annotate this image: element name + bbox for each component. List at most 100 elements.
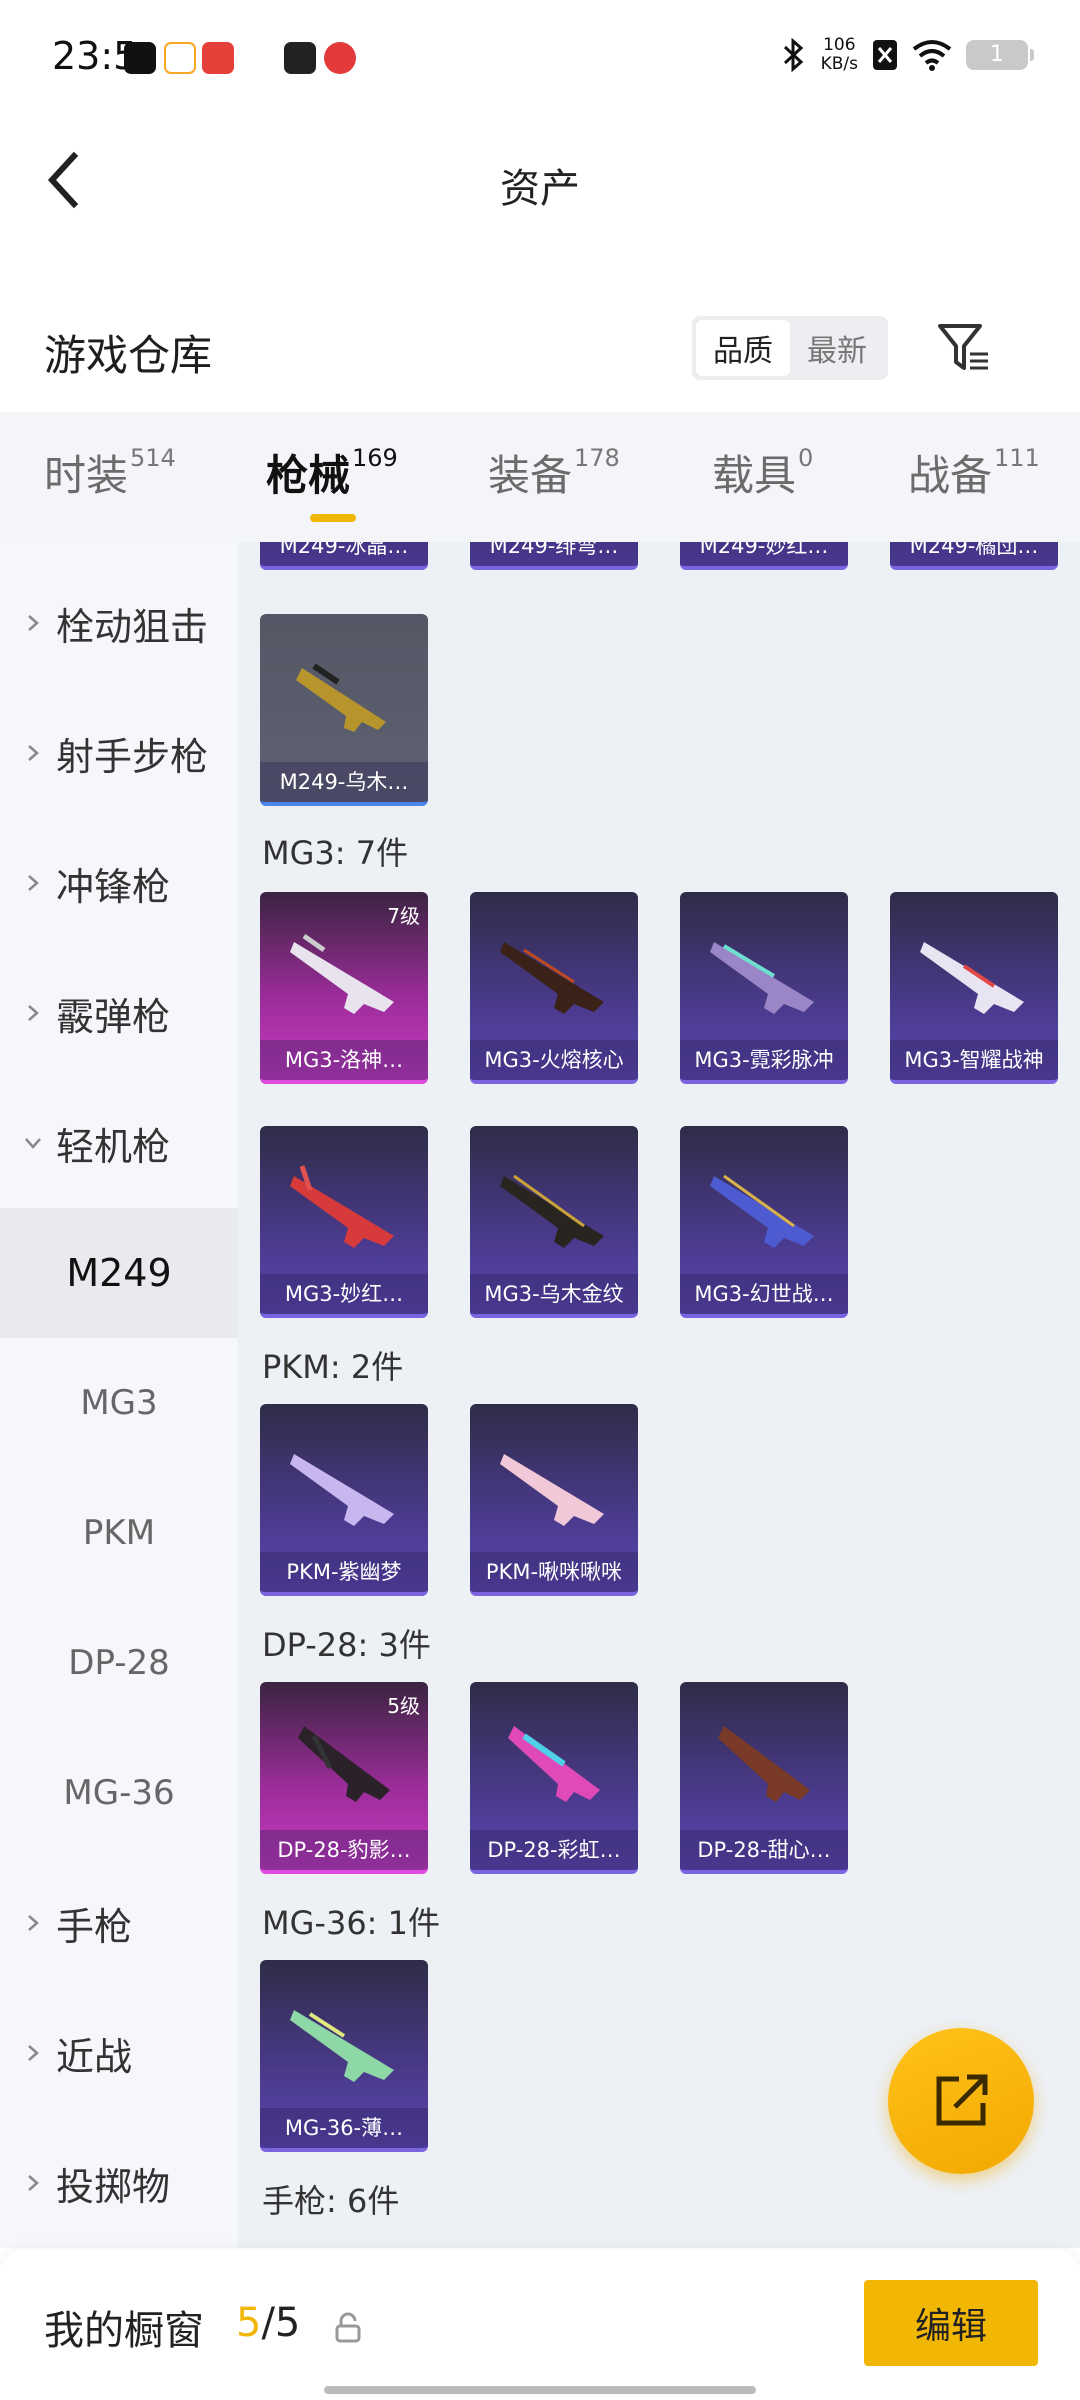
gun-image — [290, 933, 394, 1014]
showcase-label: 我的橱窗 — [44, 2308, 204, 2354]
weapon-card[interactable]: M249-妙红… — [680, 542, 848, 570]
sidebar-item-label: 轻机枪 — [56, 1124, 171, 1169]
sort-option-latest[interactable]: 最新 — [790, 320, 884, 376]
filter-icon[interactable] — [934, 318, 994, 378]
share-button[interactable] — [888, 2028, 1034, 2174]
sort-option-quality[interactable]: 品质 — [696, 320, 790, 376]
sidebar-item-throwable[interactable]: 投掷物 — [0, 2118, 238, 2248]
weapon-card[interactable]: MG3-霓彩脉冲 — [680, 892, 848, 1084]
sidebar-item-shotgun[interactable]: 霰弹枪 — [0, 948, 238, 1078]
weapon-name: MG3-霓彩脉冲 — [680, 1040, 848, 1080]
gun-image — [718, 1726, 810, 1802]
weapon-card[interactable]: PKM-啾咪啾咪 — [470, 1404, 638, 1596]
weapon-name: DP-28-彩虹… — [470, 1830, 638, 1870]
sidebar-item-label: 投掷物 — [56, 2164, 171, 2209]
gun-image — [298, 1726, 390, 1802]
showcase-current: 5 — [236, 2300, 262, 2346]
weapon-card[interactable]: MG3-幻世战… — [680, 1126, 848, 1318]
warehouse-title: 游戏仓库 — [44, 331, 213, 380]
gun-image — [710, 942, 814, 1014]
bluetooth-icon — [783, 38, 803, 72]
tab-label: 装备 — [488, 451, 573, 500]
sidebar-item-lmg[interactable]: 轻机枪 — [0, 1078, 238, 1208]
gun-image — [296, 663, 386, 732]
group-title-mg36: MG-36: 1件 — [262, 1904, 440, 1942]
net-speed-value: 106 — [823, 35, 856, 55]
net-speed: 106 KB/s — [821, 36, 858, 74]
tab-count: 0 — [798, 444, 814, 472]
chevron-down-icon — [25, 1138, 41, 1149]
sidebar-item-melee[interactable]: 近战 — [0, 1988, 238, 2118]
tab-count: 169 — [352, 444, 398, 472]
tab-fashion[interactable]: 时装514 — [44, 442, 176, 503]
chevron-right-icon — [28, 2175, 39, 2191]
weapon-card[interactable]: MG3-乌木金纹 — [470, 1126, 638, 1318]
weapon-category-sidebar: 栓动狙击 射手步枪 冲锋枪 霰弹枪 轻机枪 M249 MG3 PKM DP-28… — [0, 542, 238, 2248]
tab-equipment[interactable]: 装备178 — [488, 442, 620, 503]
weapon-card[interactable]: MG3-火熔核心 — [470, 892, 638, 1084]
page-header: 资产 — [0, 120, 1080, 250]
tab-count: 514 — [130, 444, 176, 472]
net-speed-unit: KB/s — [820, 54, 858, 74]
weapon-name: MG3-火熔核心 — [470, 1040, 638, 1080]
wifi-icon — [912, 40, 952, 71]
tab-label: 战备 — [908, 451, 993, 500]
tab-count: 111 — [994, 444, 1040, 472]
weapon-name: M249-绯弯… — [470, 542, 638, 566]
app-58-icon — [164, 42, 196, 74]
weapon-card[interactable]: M249-乌木… — [260, 614, 428, 806]
gun-image — [290, 1165, 394, 1248]
weapon-card[interactable]: MG-36-薄… — [260, 1960, 428, 2152]
chevron-right-icon — [28, 2045, 39, 2061]
weapon-name: MG-36-薄… — [260, 2108, 428, 2148]
gun-image — [290, 2010, 394, 2082]
sidebar-item-label: 冲锋枪 — [56, 864, 171, 909]
chevron-right-icon — [28, 1915, 39, 1931]
weapon-card[interactable]: PKM-紫幽梦 — [260, 1404, 428, 1596]
weapon-card[interactable]: 7级 MG3-洛神… — [260, 892, 428, 1084]
sim-off-icon — [873, 40, 897, 70]
group-title-pistol: 手枪: 6件 — [262, 2182, 400, 2220]
lock-icon — [335, 2312, 361, 2343]
weapon-card[interactable]: MG3-妙红… — [260, 1126, 428, 1318]
showcase-count: 5/5 — [236, 2300, 300, 2346]
showcase-total: /5 — [261, 2300, 301, 2346]
battery-indicator: 1 — [966, 40, 1034, 70]
sidebar-sub-m249[interactable]: M249 — [0, 1208, 238, 1338]
weapon-card[interactable]: MG3-智耀战神 — [890, 892, 1058, 1084]
sidebar-sub-mg36[interactable]: MG-36 — [0, 1728, 238, 1858]
sidebar-item-smg[interactable]: 冲锋枪 — [0, 818, 238, 948]
weapon-grid: M249-冰晶… M249-绯弯… M249-妙红… M249-橘団… M249… — [238, 542, 1080, 2248]
sidebar-sub-dp28[interactable]: DP-28 — [0, 1598, 238, 1728]
weapon-card[interactable]: M249-绯弯… — [470, 542, 638, 570]
sidebar-sub-mg3[interactable]: MG3 — [0, 1338, 238, 1468]
sidebar-item-dmr[interactable]: 射手步枪 — [0, 688, 238, 818]
gun-image — [710, 1174, 814, 1248]
chevron-right-icon — [28, 1005, 39, 1021]
weapon-card[interactable]: M249-橘団… — [890, 542, 1058, 570]
weapon-card[interactable]: 5级 DP-28-豹影… — [260, 1682, 428, 1874]
weapon-card[interactable]: DP-28-彩虹… — [470, 1682, 638, 1874]
weapon-name: PKM-紫幽梦 — [260, 1552, 428, 1592]
sidebar-item-bolt-action[interactable]: 栓动狙击 — [0, 558, 238, 688]
group-title-pkm: PKM: 2件 — [262, 1348, 404, 1386]
sidebar-item-pistol[interactable]: 手枪 — [0, 1858, 238, 1988]
sort-toggle: 品质 最新 — [692, 316, 888, 380]
tab-supplies[interactable]: 战备111 — [908, 442, 1040, 503]
tab-vehicles[interactable]: 载具0 — [712, 442, 813, 503]
weapon-name: DP-28-甜心… — [680, 1830, 848, 1870]
showcase-bar: 我的橱窗 5/5 编辑 — [0, 2250, 1080, 2400]
chevron-right-icon — [28, 745, 39, 761]
sidebar-sub-pkm[interactable]: PKM — [0, 1468, 238, 1598]
gun-image — [508, 1726, 600, 1802]
sidebar-item-label: 射手步枪 — [56, 734, 209, 779]
weapon-card[interactable]: M249-冰晶… — [260, 542, 428, 570]
category-tabs: 时装514 枪械169 装备178 载具0 战备111 — [0, 412, 1080, 542]
mascot-app-icon — [202, 42, 234, 74]
weapon-card[interactable]: DP-28-甜心… — [680, 1682, 848, 1874]
home-indicator[interactable] — [324, 2386, 756, 2394]
edit-button[interactable]: 编辑 — [864, 2280, 1038, 2366]
gun-image — [290, 1454, 394, 1526]
tab-firearms[interactable]: 枪械169 — [266, 442, 398, 503]
weapon-name: MG3-洛神… — [260, 1040, 428, 1080]
